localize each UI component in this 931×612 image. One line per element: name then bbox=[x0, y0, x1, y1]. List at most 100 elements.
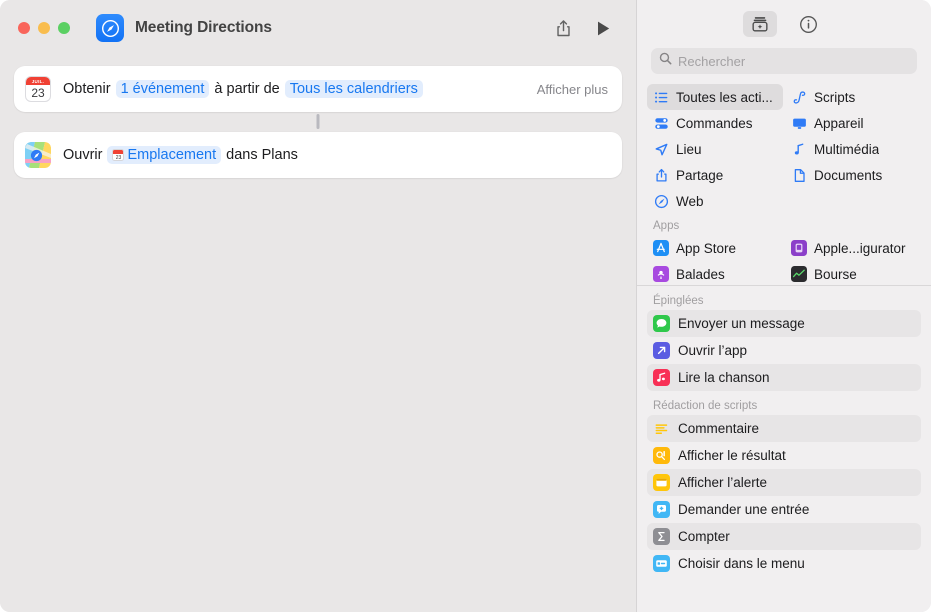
shortcut-canvas: JUIL. 23 Obtenir 1 événement à partir de… bbox=[0, 56, 636, 612]
category-location[interactable]: Lieu bbox=[647, 136, 783, 162]
comment-lines-icon bbox=[653, 420, 670, 437]
share-icon bbox=[653, 167, 669, 183]
location-arrow-icon bbox=[653, 141, 669, 157]
calendar-icon-month: JUIL. bbox=[26, 77, 50, 85]
show-more-button[interactable]: Afficher plus bbox=[537, 82, 608, 97]
category-sharing[interactable]: Partage bbox=[647, 162, 783, 188]
action-card-text: Obtenir 1 événement à partir de Tous les… bbox=[61, 80, 426, 98]
pinned-item-send-message[interactable]: Envoyer un message bbox=[647, 310, 921, 337]
pinned-label: Envoyer un message bbox=[678, 316, 805, 331]
categories-scroll-area[interactable]: Toutes les acti... Scripts Commandes App… bbox=[637, 84, 931, 285]
messages-icon bbox=[653, 315, 670, 332]
category-documents[interactable]: Documents bbox=[785, 162, 921, 188]
alert-window-icon bbox=[653, 474, 670, 491]
search-input[interactable] bbox=[678, 53, 909, 69]
event-count-token[interactable]: 1 événement bbox=[115, 80, 210, 98]
pinned-item-open-app[interactable]: Ouvrir l’app bbox=[647, 337, 921, 364]
search-icon bbox=[659, 52, 672, 70]
action-card-open-in-maps[interactable]: Ouvrir Emplacement dans Plans bbox=[14, 132, 622, 178]
app-item-app-store[interactable]: App Store bbox=[647, 235, 783, 261]
shortcuts-window: Meeting Directions JUIL. 23 Obtenir 1 év… bbox=[0, 0, 931, 612]
music-note-icon bbox=[791, 141, 807, 157]
action-library-sidebar: Toutes les acti... Scripts bbox=[636, 0, 931, 612]
calendar-app-icon: JUIL. 23 bbox=[25, 76, 51, 102]
category-label: Commandes bbox=[676, 115, 753, 131]
category-web[interactable]: Web bbox=[647, 188, 783, 214]
page-title: Meeting Directions bbox=[135, 19, 272, 36]
action-prefix: Ouvrir bbox=[63, 147, 103, 163]
category-label: Multimédia bbox=[814, 141, 880, 157]
scripting-section: Rédaction de scripts Commentaire Affiche… bbox=[637, 391, 931, 577]
apps-section-header: Apps bbox=[653, 220, 680, 232]
scripting-item-choose-from-menu[interactable]: Choisir dans le menu bbox=[647, 550, 921, 577]
action-connector bbox=[14, 112, 622, 132]
minimize-button[interactable] bbox=[38, 22, 50, 34]
run-button[interactable] bbox=[588, 13, 618, 43]
calendar-source-token[interactable]: Tous les calendriers bbox=[284, 80, 423, 98]
choose-menu-icon bbox=[653, 555, 670, 572]
shortcut-editor-pane: Meeting Directions JUIL. 23 Obtenir 1 év… bbox=[0, 0, 636, 612]
open-app-icon bbox=[653, 342, 670, 359]
traffic-lights bbox=[18, 22, 70, 34]
action-library-icon[interactable] bbox=[743, 11, 777, 37]
scripting-label: Demander une entrée bbox=[678, 502, 810, 517]
scripting-label: Commentaire bbox=[678, 421, 760, 436]
app-item-apple-configurator[interactable]: Apple...igurator bbox=[785, 235, 921, 261]
app-store-icon bbox=[653, 240, 669, 256]
info-circle-icon[interactable] bbox=[791, 11, 825, 37]
share-button[interactable] bbox=[548, 13, 578, 43]
sigma-count-icon bbox=[653, 528, 670, 545]
category-commands[interactable]: Commandes bbox=[647, 110, 783, 136]
app-item-stocks[interactable]: Bourse bbox=[785, 261, 921, 285]
location-variable-label: Emplacement bbox=[127, 147, 217, 163]
safari-compass-icon bbox=[653, 193, 669, 209]
search-field[interactable] bbox=[651, 48, 917, 74]
scripting-label: Choisir dans le menu bbox=[678, 556, 805, 571]
display-icon bbox=[791, 115, 807, 131]
ask-input-icon bbox=[653, 501, 670, 518]
podcasts-icon bbox=[653, 266, 669, 282]
list-bullet-icon bbox=[653, 89, 669, 105]
category-label: Appareil bbox=[814, 115, 864, 131]
action-card-get-events[interactable]: JUIL. 23 Obtenir 1 événement à partir de… bbox=[14, 66, 622, 112]
apple-configurator-icon bbox=[791, 240, 807, 256]
music-icon bbox=[653, 369, 670, 386]
action-mid-text: à partir de bbox=[214, 81, 280, 97]
category-label: Toutes les acti... bbox=[676, 89, 773, 105]
scripting-item-count[interactable]: Compter bbox=[647, 523, 921, 550]
sliders-icon bbox=[653, 115, 669, 131]
category-label: Documents bbox=[814, 167, 883, 183]
category-label: Partage bbox=[676, 167, 724, 183]
pinned-label: Ouvrir l’app bbox=[678, 343, 748, 358]
scripting-label: Compter bbox=[678, 529, 730, 544]
app-label: App Store bbox=[676, 240, 737, 256]
category-label: Lieu bbox=[676, 141, 702, 157]
scripting-item-show-alert[interactable]: Afficher l’alerte bbox=[647, 469, 921, 496]
app-label: Balades bbox=[676, 266, 725, 282]
categories-grid: Toutes les acti... Scripts Commandes App… bbox=[647, 84, 921, 285]
category-device[interactable]: Appareil bbox=[785, 110, 921, 136]
location-variable-token[interactable]: Emplacement bbox=[107, 146, 222, 164]
connector-line bbox=[316, 114, 320, 129]
action-suffix: dans Plans bbox=[226, 147, 298, 163]
zoom-button[interactable] bbox=[58, 22, 70, 34]
category-all-actions[interactable]: Toutes les acti... bbox=[647, 84, 783, 110]
scripting-section-header: Rédaction de scripts bbox=[653, 400, 758, 412]
category-media[interactable]: Multimédia bbox=[785, 136, 921, 162]
app-item-podcasts[interactable]: Balades bbox=[647, 261, 783, 285]
scripting-item-show-result[interactable]: Afficher le résultat bbox=[647, 442, 921, 469]
category-label: Scripts bbox=[814, 89, 856, 105]
pinned-label: Lire la chanson bbox=[678, 370, 770, 385]
category-label: Web bbox=[676, 193, 704, 209]
sidebar-bottom-space bbox=[637, 577, 931, 612]
action-prefix: Obtenir bbox=[63, 81, 111, 97]
scripting-label: Afficher l’alerte bbox=[678, 475, 768, 490]
category-scripts[interactable]: Scripts bbox=[785, 84, 921, 110]
close-button[interactable] bbox=[18, 22, 30, 34]
maps-app-icon bbox=[25, 142, 51, 168]
pinned-item-play-song[interactable]: Lire la chanson bbox=[647, 364, 921, 391]
stocks-icon bbox=[791, 266, 807, 282]
scripting-item-comment[interactable]: Commentaire bbox=[647, 415, 921, 442]
calendar-token-icon bbox=[112, 149, 125, 161]
scripting-item-ask-input[interactable]: Demander une entrée bbox=[647, 496, 921, 523]
